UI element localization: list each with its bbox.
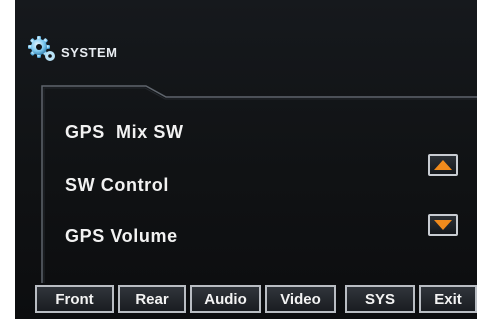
tab-front[interactable]: Front bbox=[35, 285, 114, 313]
arrow-down-icon bbox=[434, 220, 452, 230]
tab-audio[interactable]: Audio bbox=[190, 285, 261, 313]
scroll-down-button[interactable] bbox=[428, 214, 458, 236]
menu-item-gps-mix-sw[interactable]: GPS Mix SW bbox=[65, 122, 184, 143]
tab-rear[interactable]: Rear bbox=[118, 285, 186, 313]
scroll-up-button[interactable] bbox=[428, 154, 458, 176]
header: SYSTEM bbox=[25, 34, 117, 64]
menu-item-gps-volume[interactable]: GPS Volume bbox=[65, 226, 178, 247]
menu-item-sw-control[interactable]: SW Control bbox=[65, 175, 169, 196]
arrow-up-icon bbox=[434, 160, 452, 170]
gear-icon bbox=[28, 36, 55, 61]
screen: SYSTEM GPS Mix SW SW Control GPS Volume … bbox=[0, 0, 481, 319]
tab-exit[interactable]: Exit bbox=[419, 285, 477, 313]
tab-sys[interactable]: SYS bbox=[345, 285, 415, 313]
page-title: SYSTEM bbox=[61, 44, 118, 60]
tab-video[interactable]: Video bbox=[265, 285, 336, 313]
